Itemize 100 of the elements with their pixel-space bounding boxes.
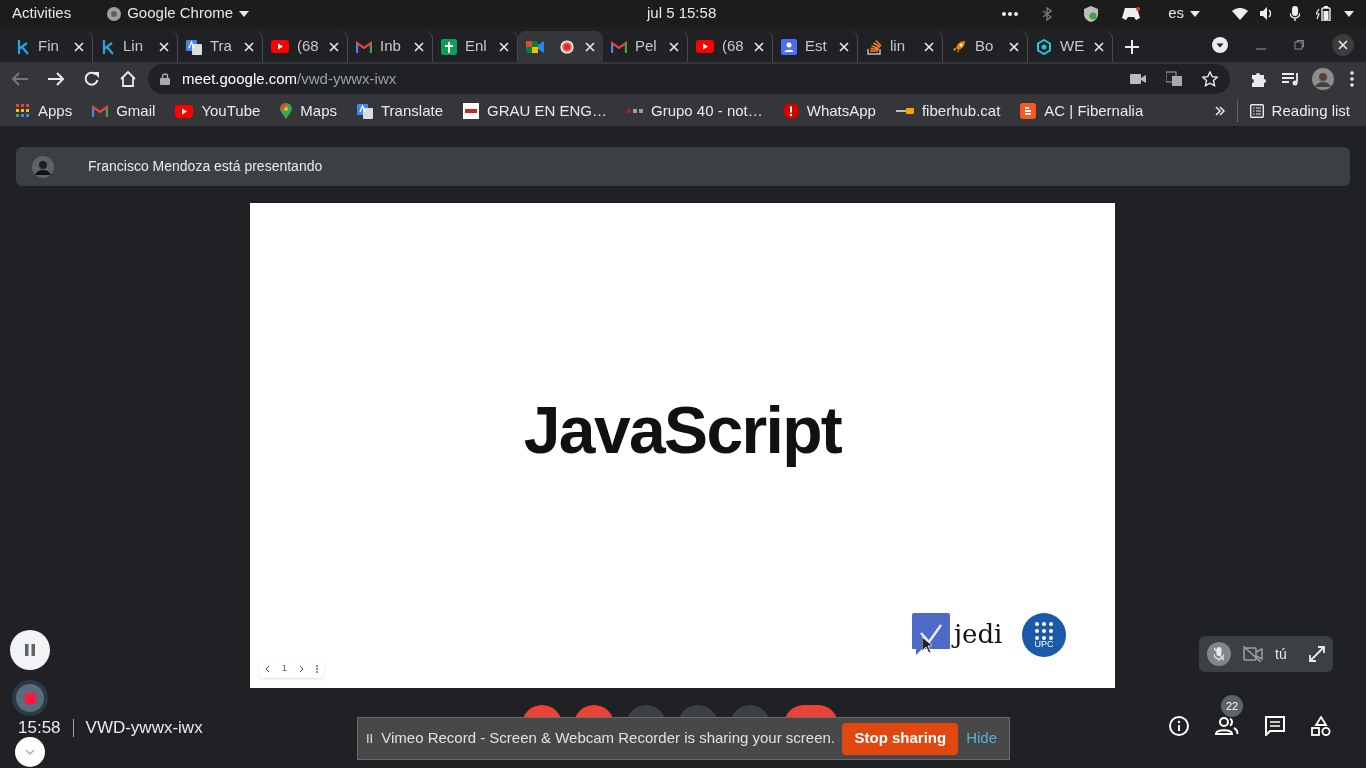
tab-search-icon[interactable] [1212, 37, 1228, 53]
app-menu[interactable]: Google Chrome [127, 2, 234, 25]
list-icon [1249, 104, 1264, 118]
close-icon[interactable] [329, 41, 339, 52]
browser-tab[interactable] [518, 31, 603, 62]
map-pin-icon [280, 103, 293, 119]
forward-icon[interactable] [48, 72, 64, 86]
close-icon[interactable] [74, 41, 84, 52]
chat-icon[interactable] [1265, 716, 1285, 736]
microphone-icon [1290, 6, 1300, 21]
tab-title: (68 [297, 36, 320, 57]
bookmark[interactable]: fiberhub.cat [895, 99, 1001, 123]
back-icon[interactable] [12, 72, 28, 86]
stacked-trays-icon [866, 38, 882, 55]
close-icon[interactable] [669, 41, 679, 52]
dots-logo-icon [627, 107, 643, 115]
bookmark[interactable]: Grupo 40 - not… [627, 99, 763, 123]
close-icon[interactable] [1332, 34, 1354, 56]
dropdown-icon [239, 10, 250, 17]
tab-title: Est [805, 36, 828, 57]
bookmark[interactable]: WhatsApp [782, 99, 876, 123]
close-icon[interactable] [414, 41, 424, 52]
camera-icon [526, 39, 544, 54]
menu-icon[interactable] [1350, 71, 1354, 87]
more-bookmarks-icon[interactable] [1214, 106, 1225, 116]
previous-icon[interactable] [265, 665, 270, 673]
media-queue-icon[interactable] [1282, 72, 1300, 86]
dropdown-icon [1190, 10, 1200, 17]
video-camera-icon[interactable] [1130, 73, 1146, 85]
new-tab-icon[interactable] [1125, 40, 1139, 54]
home-icon[interactable] [120, 71, 136, 87]
alert-icon [782, 103, 799, 119]
hide-button[interactable]: Hide [966, 727, 997, 750]
mouse-pointer-icon [922, 637, 932, 653]
bookmark[interactable]: GRAU EN ENG… [463, 99, 607, 123]
meeting-time: 15:58 [18, 717, 61, 739]
blog-icon [1020, 103, 1037, 119]
stop-button[interactable] [12, 680, 48, 716]
close-icon[interactable] [754, 41, 764, 52]
reload-icon[interactable] [84, 71, 100, 87]
close-icon[interactable] [924, 41, 934, 52]
more-icon [1002, 11, 1019, 16]
url-text: meet.google.com/vwd-ywwx-iwx [182, 68, 397, 89]
video-play-icon [696, 40, 714, 53]
grid-icon [16, 104, 30, 118]
bluetooth-icon [1042, 6, 1053, 21]
clock[interactable]: jul 5 15:58 [647, 2, 717, 25]
star-icon[interactable] [1202, 71, 1218, 87]
close-icon[interactable] [159, 41, 169, 52]
presenter-text: Francisco Mendoza está presentando [88, 157, 323, 176]
bookmark[interactable]: YouTube [175, 99, 261, 123]
bookmark[interactable]: AC | Fibernalia [1020, 99, 1144, 123]
dot-grid-icon [1034, 621, 1054, 640]
close-icon[interactable] [585, 41, 595, 52]
shapes-icon[interactable] [1311, 716, 1331, 736]
pause-icon [25, 644, 35, 656]
close-icon[interactable] [499, 41, 509, 52]
pause-button[interactable] [10, 630, 50, 670]
maximize-icon[interactable] [1294, 40, 1304, 50]
people-icon[interactable] [1215, 717, 1239, 735]
mail-icon [611, 40, 627, 53]
bookmark[interactable]: Translate [357, 99, 443, 123]
person-card-icon [781, 38, 797, 55]
tab-title: Tra [210, 36, 233, 57]
square-logo-icon [463, 103, 479, 119]
tab-title: WE [1060, 36, 1086, 57]
puzzle-piece-icon[interactable] [1250, 71, 1266, 87]
expand-button[interactable] [15, 737, 45, 767]
bookmark[interactable]: Gmail [92, 99, 156, 123]
next-icon[interactable] [299, 665, 304, 673]
bookmark[interactable]: Maps [280, 99, 337, 123]
stop-sharing-button[interactable]: Stop sharing [842, 722, 959, 755]
chrome-icon [107, 6, 122, 21]
address-bar[interactable]: meet.google.com/vwd-ywwx-iwx [148, 64, 1230, 94]
info-icon[interactable] [1169, 716, 1189, 736]
close-icon[interactable] [839, 41, 849, 52]
bookmark[interactable]: Apps [16, 99, 73, 123]
activities-button[interactable]: Activities [12, 2, 72, 25]
upc-logo: UPC [1022, 613, 1066, 657]
tab-title: Enl [465, 36, 488, 57]
k-letter-icon [101, 38, 115, 55]
fullscreen-icon[interactable] [1309, 646, 1325, 662]
table-icon [441, 38, 457, 55]
video-play-icon [175, 104, 194, 118]
close-icon[interactable] [244, 41, 254, 52]
hexagon-icon [1036, 38, 1052, 55]
game-controller-icon [1122, 7, 1141, 20]
k-letter-icon [16, 38, 30, 55]
avatar-icon[interactable] [1312, 68, 1334, 90]
language-indicator[interactable]: es [1168, 2, 1184, 25]
self-label: tú [1275, 644, 1287, 664]
tab-title: Pel [635, 36, 658, 57]
tab-title: lin [890, 36, 906, 57]
reading-list-button[interactable]: Reading list [1236, 99, 1350, 123]
video-play-icon [271, 40, 289, 53]
close-icon[interactable] [1094, 41, 1104, 52]
cable-logo-icon [895, 107, 914, 115]
close-icon[interactable] [1009, 41, 1019, 52]
translate-icon[interactable] [1166, 71, 1182, 87]
slide-title: JavaScript [522, 392, 843, 469]
